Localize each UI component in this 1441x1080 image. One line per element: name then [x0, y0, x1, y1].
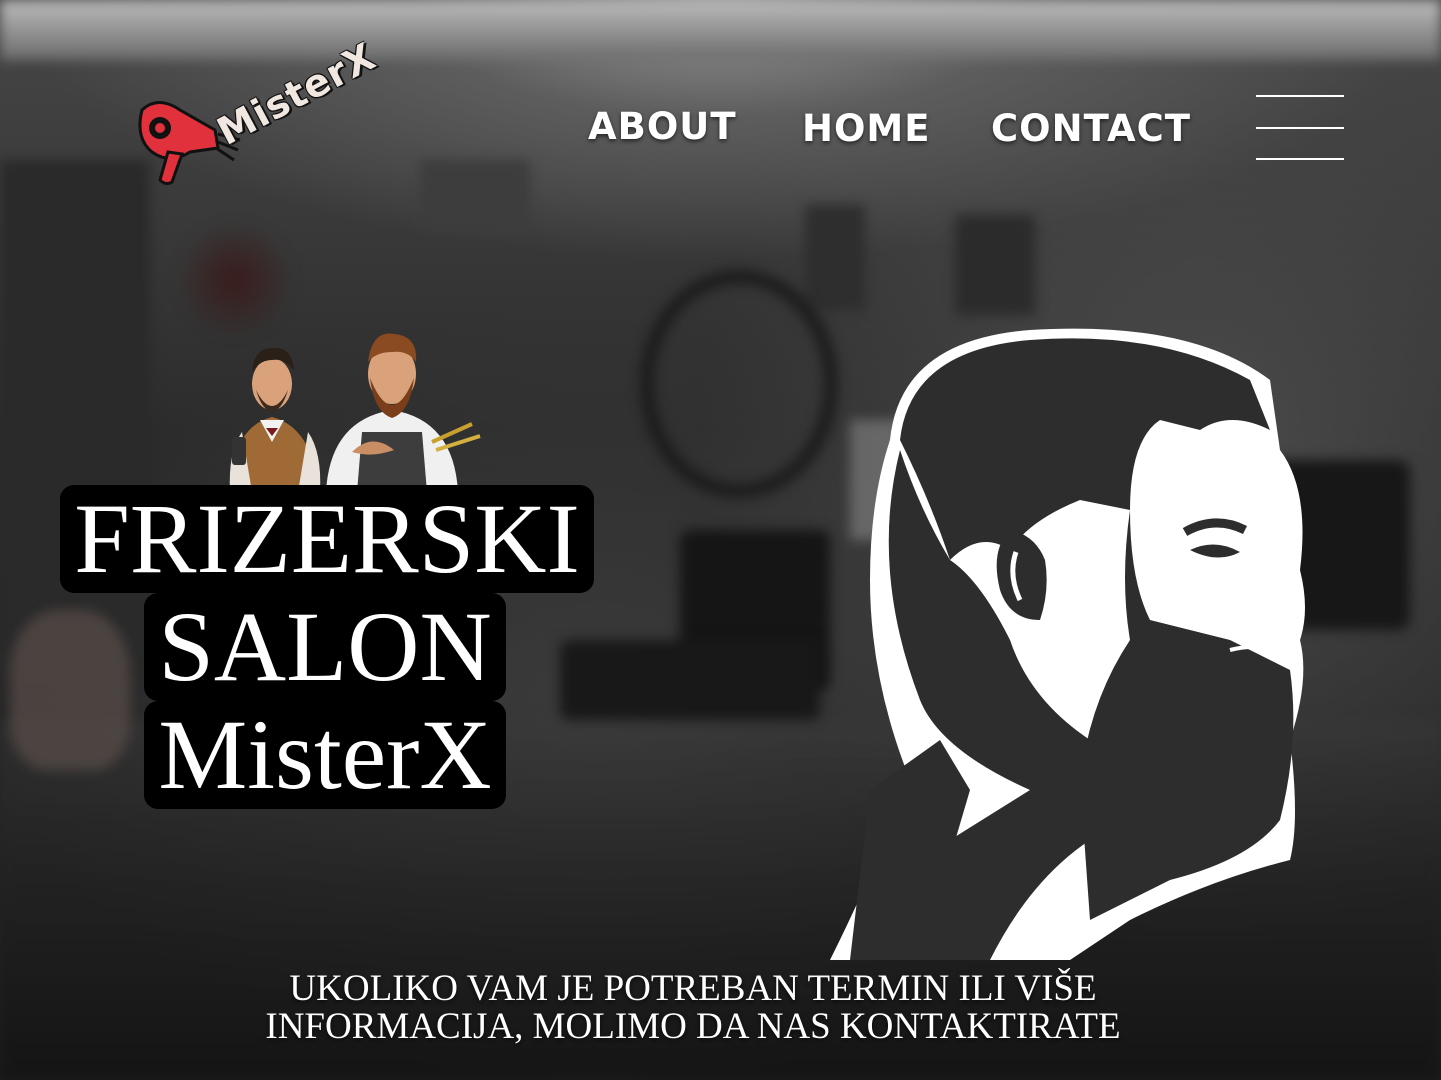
contact-call-to-action: UKOLIKO VAM JE POTREBAN TERMIN ILI VIŠE …: [0, 970, 1386, 1046]
background-frame: [955, 215, 1035, 315]
hero-title-line: FRIZERSKI: [60, 485, 594, 593]
hero-title-line: MisterX: [144, 701, 506, 809]
background-mirror: [640, 270, 838, 498]
background-roses: [175, 220, 295, 340]
background-frame: [420, 160, 530, 230]
cta-line: UKOLIKO VAM JE POTREBAN TERMIN ILI VIŠE: [289, 968, 1097, 1009]
nav-contact-link[interactable]: CONTACT: [991, 107, 1191, 150]
barber-right: [326, 333, 481, 492]
bearded-man-silhouette: [830, 328, 1305, 960]
hero-section: MisterX ABOUT HOME CONTACT FRIZERSKI SAL…: [0, 0, 1441, 1080]
hero-title-line: SALON: [144, 593, 506, 701]
cta-line: INFORMACIJA, MOLIMO DA NAS KONTAKTIRATE: [265, 1006, 1121, 1047]
hamburger-line: [1256, 95, 1344, 97]
hero-title: FRIZERSKI SALON MisterX: [5, 485, 645, 809]
background-frame: [805, 205, 865, 310]
barber-left: [229, 347, 321, 492]
barbers-illustration: [229, 333, 481, 492]
nav-home-link[interactable]: HOME: [802, 107, 931, 150]
hamburger-menu-icon[interactable]: [1256, 95, 1344, 161]
hamburger-line: [1256, 127, 1344, 129]
hamburger-line: [1256, 158, 1344, 160]
background-ceiling: [0, 0, 1441, 60]
nav-about-link[interactable]: ABOUT: [588, 105, 737, 148]
